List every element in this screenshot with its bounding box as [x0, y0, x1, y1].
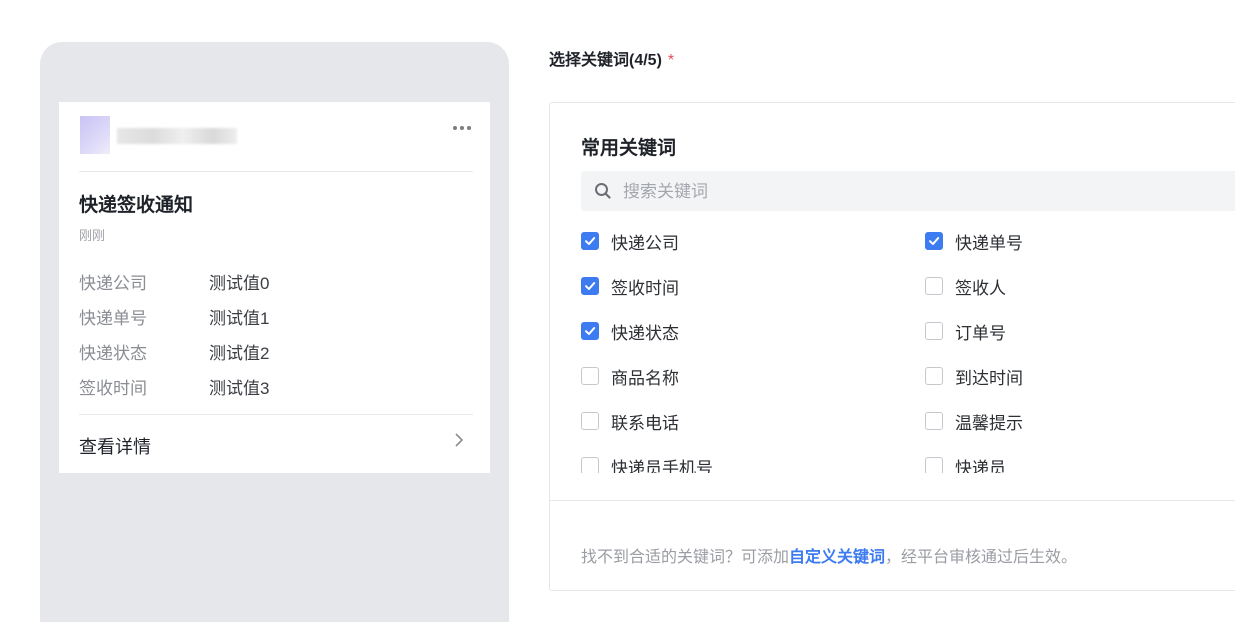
keyword-checkbox[interactable]	[581, 412, 599, 430]
keyword-option[interactable]: 快递状态	[581, 319, 925, 343]
keyword-option[interactable]: 快递员	[925, 454, 1221, 473]
keyword-checkbox[interactable]	[581, 232, 599, 250]
custom-keyword-hint: 找不到合适的关键词？可添加自定义关键词，经平台审核通过后生效。	[581, 543, 1077, 567]
keyword-panel: 常用关键词 快递公司 快递单号签收时间 签收人快递状态 订单号商品名称 到达时间联系电话…	[549, 102, 1235, 591]
keyword-label: 快递状态	[611, 323, 679, 343]
keyword-section-label: 选择关键词(4/5) *	[549, 46, 674, 70]
field-value: 测试值3	[209, 379, 270, 398]
keyword-checkbox[interactable]	[581, 457, 599, 473]
keyword-label: 到达时间	[955, 368, 1023, 388]
keyword-option[interactable]: 联系电话	[581, 409, 925, 433]
keyword-checkbox[interactable]	[925, 277, 943, 295]
card-time: 刚刚	[79, 228, 106, 243]
divider	[550, 500, 1235, 501]
field-list: 快递公司 测试值0 快递单号 测试值1 快递状态 测试值2 签收时间 测试值3	[79, 272, 269, 412]
keyword-label: 商品名称	[611, 368, 679, 388]
view-details-row[interactable]: 查看详情	[79, 414, 473, 474]
field-value: 测试值0	[209, 274, 270, 293]
keyword-checkbox[interactable]	[925, 367, 943, 385]
field-key: 快递单号	[79, 309, 147, 328]
required-mark: *	[667, 52, 675, 69]
keyword-checkbox[interactable]	[925, 412, 943, 430]
keyword-checkbox[interactable]	[581, 277, 599, 295]
keyword-search-box[interactable]	[581, 171, 1235, 213]
search-icon	[595, 183, 611, 199]
message-card: 快递签收通知 刚刚 快递公司 测试值0 快递单号 测试值1 快递状态 测试值2 …	[59, 102, 490, 473]
field-row: 快递状态 测试值2	[79, 342, 269, 377]
keyword-label: 温馨提示	[955, 413, 1023, 433]
more-icon[interactable]	[453, 122, 473, 134]
keyword-checkbox[interactable]	[925, 457, 943, 473]
check-icon	[585, 237, 596, 245]
field-value: 测试值1	[209, 309, 270, 328]
blurred-account-name	[117, 128, 237, 144]
field-row: 快递单号 测试值1	[79, 307, 269, 342]
chevron-right-icon	[455, 433, 464, 447]
hint-prefix: 找不到合适的关键词？可添加	[581, 549, 790, 566]
keyword-section-title: 选择关键词(4/5)	[549, 52, 662, 69]
view-details-link[interactable]: 查看详情	[79, 433, 151, 459]
keyword-option[interactable]: 快递单号	[925, 229, 1221, 253]
keyword-option[interactable]: 签收人	[925, 274, 1221, 298]
field-row: 签收时间 测试值3	[79, 377, 269, 412]
keyword-option[interactable]: 到达时间	[925, 364, 1221, 388]
check-icon	[585, 282, 596, 290]
keyword-grid: 快递公司 快递单号签收时间 签收人快递状态 订单号商品名称 到达时间联系电话 温馨提示快递…	[581, 229, 1221, 473]
keyword-label: 联系电话	[611, 413, 679, 433]
keyword-label: 快递员手机号	[611, 458, 713, 474]
keyword-option[interactable]: 快递员手机号	[581, 454, 925, 473]
keyword-checkbox[interactable]	[581, 367, 599, 385]
keyword-option[interactable]: 订单号	[925, 319, 1221, 343]
keyword-label: 快递单号	[955, 233, 1023, 253]
keyword-checkbox-list[interactable]: 快递公司 快递单号签收时间 签收人快递状态 订单号商品名称 到达时间联系电话 温馨提示快递…	[581, 229, 1221, 473]
check-icon	[585, 327, 596, 335]
keyword-label: 签收人	[955, 278, 1006, 298]
keyword-option[interactable]: 签收时间	[581, 274, 925, 298]
field-value: 测试值2	[209, 344, 270, 363]
keyword-label: 快递公司	[611, 233, 679, 253]
field-row: 快递公司 测试值0	[79, 272, 269, 307]
keyword-checkbox[interactable]	[925, 232, 943, 250]
check-icon	[929, 237, 940, 245]
keyword-checkbox[interactable]	[925, 322, 943, 340]
keyword-label: 快递员	[955, 458, 1006, 474]
field-key: 快递公司	[79, 274, 147, 293]
keyword-label: 签收时间	[611, 278, 679, 298]
custom-keyword-link[interactable]: 自定义关键词	[789, 549, 885, 566]
hint-suffix: ，经平台审核通过后生效。	[885, 549, 1078, 566]
keyword-search-input[interactable]	[621, 171, 1225, 213]
card-header	[79, 116, 473, 172]
avatar	[80, 116, 110, 154]
field-key: 快递状态	[79, 344, 147, 363]
keyword-option[interactable]: 商品名称	[581, 364, 925, 388]
keyword-option[interactable]: 快递公司	[581, 229, 925, 253]
keyword-label: 订单号	[955, 323, 1006, 343]
keyword-option[interactable]: 温馨提示	[925, 409, 1221, 433]
common-keywords-title: 常用关键词	[581, 138, 677, 159]
card-title: 快递签收通知	[79, 195, 194, 216]
keyword-checkbox[interactable]	[581, 322, 599, 340]
field-key: 签收时间	[79, 379, 147, 398]
